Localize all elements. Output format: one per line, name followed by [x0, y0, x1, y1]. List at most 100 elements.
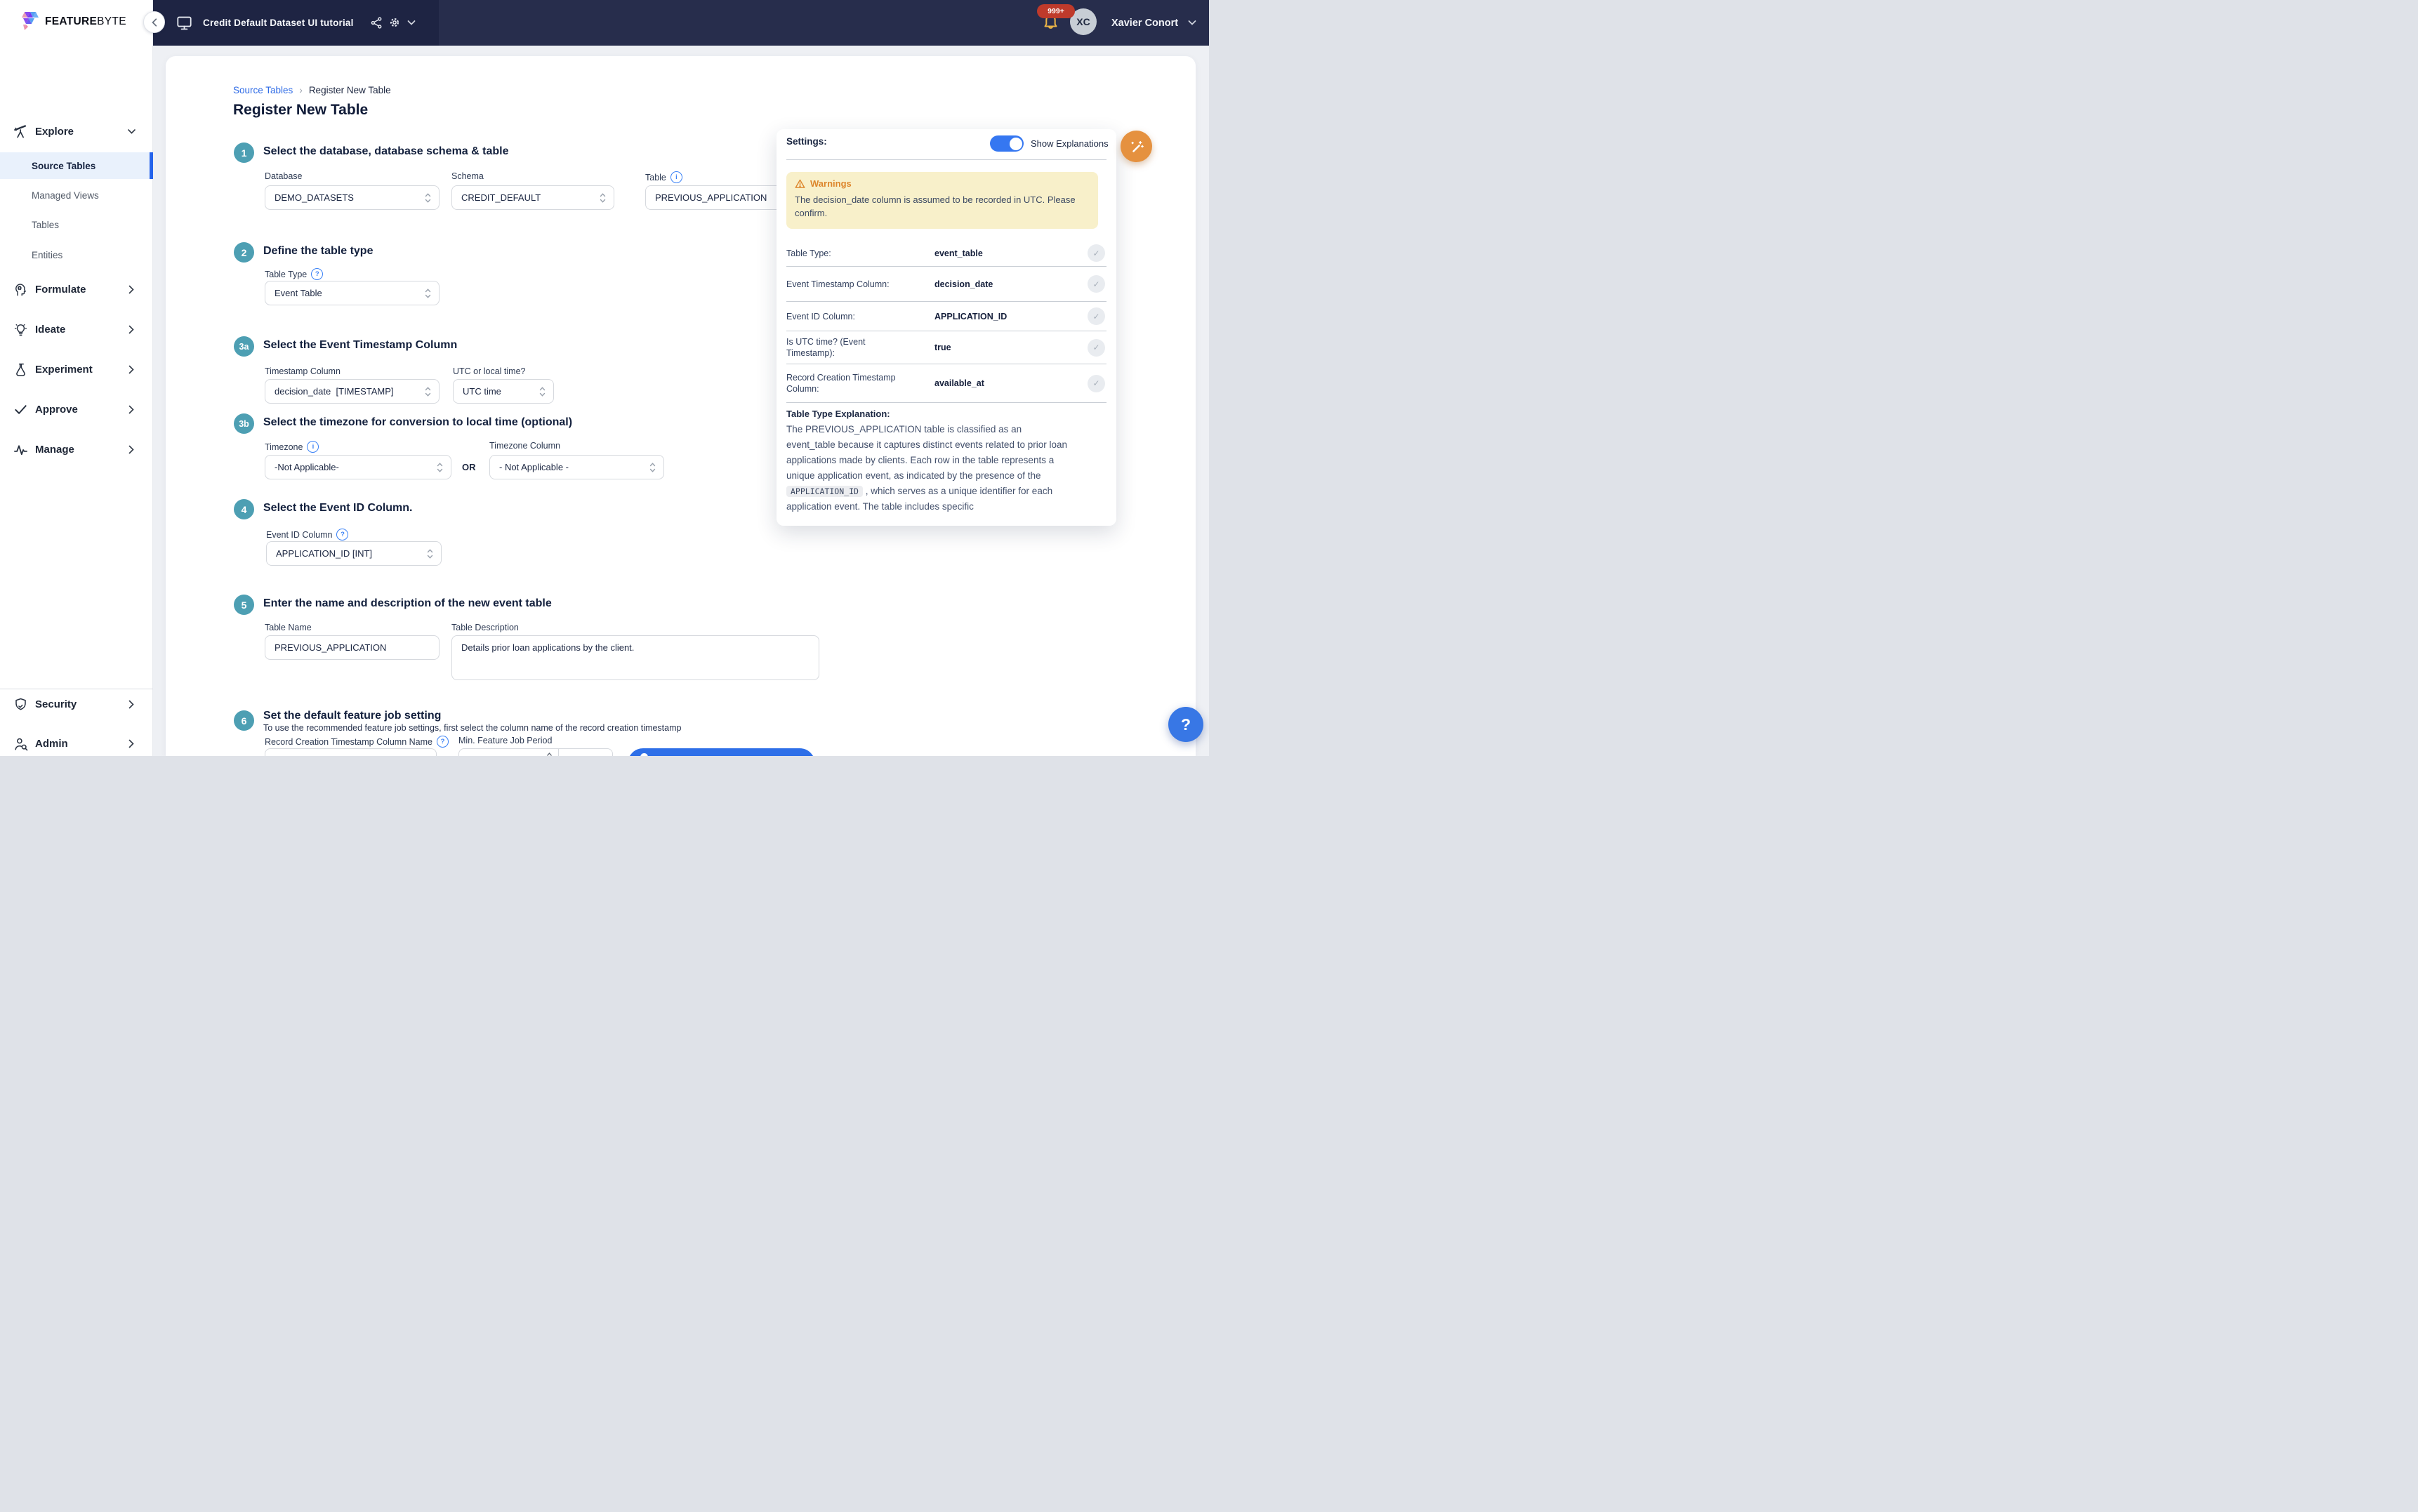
sidebar-item-source-tables[interactable]: Source Tables	[0, 152, 153, 179]
sidebar-item-entities[interactable]: Entities	[0, 244, 153, 265]
step-6-subtitle: To use the recommended feature job setti…	[263, 723, 682, 733]
user-name: Xavier Conort	[1111, 17, 1179, 29]
gear-icon[interactable]	[388, 15, 402, 29]
lightbulb-icon	[13, 321, 28, 337]
timezone-column-select[interactable]: - Not Applicable -	[489, 455, 664, 479]
sidebar-section-ideate[interactable]: Ideate	[0, 317, 153, 342]
featurebyte-logo-icon	[22, 12, 39, 30]
sidebar-section-manage[interactable]: Manage	[0, 437, 153, 462]
register-table-button[interactable]	[628, 748, 815, 756]
table-info-icon[interactable]: i	[670, 171, 682, 183]
timezone-info-icon[interactable]: i	[307, 441, 319, 453]
sidebar-section-admin[interactable]: Admin	[0, 731, 153, 756]
table-type-help-icon[interactable]: ?	[311, 268, 324, 280]
sidebar-section-explore[interactable]: Explore	[0, 119, 153, 144]
row-value: decision_date	[934, 279, 993, 289]
step-6-title: Set the default feature job setting	[263, 710, 442, 722]
record-creation-timestamp-label: Record Creation Timestamp Column Name ?	[265, 736, 449, 748]
sidebar-section-approve[interactable]: Approve	[0, 397, 153, 422]
breadcrumb-source-tables-link[interactable]: Source Tables	[233, 85, 293, 95]
project-chevron-down-icon[interactable]	[407, 20, 416, 26]
toggle-knob	[1009, 137, 1022, 150]
select-carets-icon	[600, 192, 606, 203]
step-4-title: Select the Event ID Column.	[263, 502, 413, 514]
sidebar-section-experiment[interactable]: Experiment	[0, 357, 153, 382]
select-carets-icon	[437, 462, 443, 472]
sidebar-item-managed-views[interactable]: Managed Views	[0, 185, 153, 206]
event-id-column-label: Event ID Column ?	[266, 529, 349, 541]
settings-panel: Settings: Show Explanations Warnings The…	[777, 129, 1116, 526]
sidebar-section-label: Formulate	[35, 283, 86, 296]
chevron-right-icon	[126, 699, 136, 709]
sidebar-section-formulate[interactable]: Formulate	[0, 277, 153, 302]
event-id-help-icon[interactable]: ?	[336, 529, 349, 541]
row-label: Event ID Column:	[786, 311, 855, 321]
timestamp-column-select[interactable]: decision_date [TIMESTAMP]	[265, 379, 440, 404]
select-carets-icon	[649, 462, 656, 472]
record-creation-help-icon[interactable]: ?	[436, 736, 449, 748]
chevron-right-icon	[126, 404, 136, 414]
magic-wand-button[interactable]	[1121, 131, 1152, 162]
table-name-input[interactable]: PREVIOUS_APPLICATION	[265, 635, 440, 660]
question-mark-icon: ?	[1180, 715, 1191, 734]
sidebar-item-tables[interactable]: Tables	[0, 214, 153, 235]
sidebar-item-label: Tables	[32, 219, 60, 230]
page-title: Register New Table	[233, 102, 369, 118]
shield-icon	[13, 696, 28, 712]
application-id-chip: APPLICATION_ID	[786, 486, 863, 497]
sidebar-item-label: Entities	[32, 249, 63, 260]
settings-row-is-utc: Is UTC time? (Event Timestamp): true ✓	[786, 331, 1106, 364]
app-window: Credit Default Dataset UI tutorial 999+ …	[0, 0, 1209, 756]
pulse-icon	[13, 442, 28, 457]
row-label: Table Type:	[786, 248, 831, 258]
confirm-check-button[interactable]: ✓	[1088, 374, 1105, 392]
user-chevron-down-icon[interactable]	[1188, 20, 1196, 26]
breadcrumb: Source Tables › Register New Table	[233, 85, 391, 95]
timezone-select[interactable]: -Not Applicable-	[265, 455, 451, 479]
row-value: available_at	[934, 378, 984, 388]
step-3a-title: Select the Event Timestamp Column	[263, 339, 458, 351]
select-carets-icon	[425, 288, 431, 298]
sidebar-collapse-button[interactable]	[143, 11, 165, 33]
checkmark-icon	[13, 402, 28, 417]
sidebar-section-label: Explore	[35, 125, 74, 138]
step-4-number: 4	[234, 499, 254, 519]
stepper-up-icon[interactable]	[546, 752, 553, 756]
project-title: Credit Default Dataset UI tutorial	[203, 18, 354, 28]
schema-select[interactable]: CREDIT_DEFAULT	[451, 185, 614, 210]
head-gear-icon	[13, 281, 28, 297]
confirm-check-button[interactable]: ✓	[1088, 338, 1105, 357]
min-feature-job-period-input[interactable]	[458, 748, 613, 756]
show-explanations-toggle[interactable]	[990, 135, 1024, 152]
logo-text-bold: FEATURE	[45, 15, 98, 27]
confirm-check-button[interactable]: ✓	[1088, 244, 1105, 262]
flask-icon	[13, 362, 28, 377]
database-select[interactable]: DEMO_DATASETS	[265, 185, 440, 210]
sidebar-section-security[interactable]: Security	[0, 691, 153, 717]
sidebar-section-label: Ideate	[35, 323, 66, 336]
warning-text: The decision_date column is assumed to b…	[795, 194, 1076, 218]
table-name-label: Table Name	[265, 623, 312, 632]
settings-title: Settings:	[786, 136, 827, 147]
table-description-label: Table Description	[451, 623, 519, 632]
user-search-icon	[13, 736, 28, 751]
chevron-left-icon	[151, 18, 157, 27]
confirm-check-button[interactable]: ✓	[1088, 275, 1105, 293]
sidebar-section-label: Experiment	[35, 363, 93, 376]
table-description-textarea[interactable]: Details prior loan applications by the c…	[451, 635, 819, 680]
panel-divider	[786, 159, 1106, 160]
table-select[interactable]: PREVIOUS_APPLICATION	[645, 185, 794, 210]
featurebyte-logo: FEATUREBYTE	[21, 11, 126, 32]
warning-triangle-icon	[795, 179, 805, 188]
utc-or-local-select[interactable]: UTC time	[453, 379, 554, 404]
help-button[interactable]: ?	[1168, 707, 1203, 742]
confirm-check-button[interactable]: ✓	[1088, 307, 1105, 325]
event-id-column-select[interactable]: APPLICATION_ID [INT]	[266, 541, 442, 566]
table-type-select[interactable]: Event Table	[265, 281, 440, 305]
sidebar-section-label: Manage	[35, 443, 74, 456]
step-5-title: Enter the name and description of the ne…	[263, 597, 552, 609]
share-icon[interactable]	[370, 16, 383, 29]
record-creation-timestamp-input[interactable]	[265, 748, 437, 756]
step-6-number: 6	[234, 710, 254, 731]
timezone-label: Timezone i	[265, 441, 319, 453]
